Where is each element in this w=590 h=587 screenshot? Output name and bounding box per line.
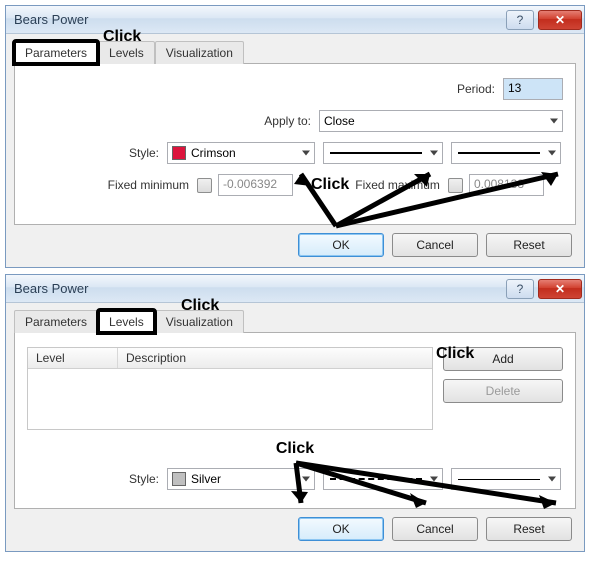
line-preview-icon bbox=[458, 479, 540, 480]
input-fixed-max[interactable]: 0.008133 bbox=[469, 174, 544, 196]
titlebar: Bears Power ? ✕ bbox=[6, 6, 584, 34]
apply-to-value: Close bbox=[324, 114, 355, 128]
window-title: Bears Power bbox=[14, 281, 504, 296]
tab-visualization[interactable]: Visualization bbox=[155, 310, 244, 333]
line-preview-icon bbox=[330, 152, 422, 154]
chevron-down-icon bbox=[302, 477, 310, 482]
close-icon: ✕ bbox=[555, 282, 565, 296]
select-apply-to[interactable]: Close bbox=[319, 110, 563, 132]
color-swatch bbox=[172, 146, 186, 160]
input-fixed-min[interactable]: -0.006392 bbox=[218, 174, 293, 196]
titlebar: Bears Power ? ✕ bbox=[6, 275, 584, 303]
style-color-value: Crimson bbox=[191, 146, 236, 160]
line-preview-icon bbox=[330, 478, 422, 480]
label-period: Period: bbox=[457, 82, 503, 96]
cancel-button[interactable]: Cancel bbox=[392, 233, 478, 257]
label-style: Style: bbox=[27, 146, 167, 160]
levels-table[interactable]: Level Description bbox=[27, 347, 433, 430]
chevron-down-icon bbox=[430, 151, 438, 156]
button-row: OK Cancel Reset bbox=[14, 225, 576, 259]
tab-parameters[interactable]: Parameters bbox=[14, 41, 98, 64]
add-button[interactable]: Add bbox=[443, 347, 563, 371]
chevron-down-icon bbox=[302, 151, 310, 156]
close-button[interactable]: ✕ bbox=[538, 279, 582, 299]
chevron-down-icon bbox=[550, 119, 558, 124]
tab-visualization[interactable]: Visualization bbox=[155, 41, 244, 64]
col-level: Level bbox=[28, 348, 118, 368]
delete-button[interactable]: Delete bbox=[443, 379, 563, 403]
line-preview-icon bbox=[458, 152, 540, 154]
select-style-color[interactable]: Silver bbox=[167, 468, 315, 490]
ok-button[interactable]: OK bbox=[298, 233, 384, 257]
checkbox-fixed-max[interactable] bbox=[448, 178, 463, 193]
label-fixed-min: Fixed minimum bbox=[27, 178, 197, 192]
side-buttons: Add Delete bbox=[443, 347, 563, 403]
tab-panel: Level Description Add Delete Click Style… bbox=[14, 333, 576, 509]
chevron-down-icon bbox=[548, 151, 556, 156]
label-fixed-max: Fixed maximum bbox=[355, 178, 448, 192]
reset-button[interactable]: Reset bbox=[486, 517, 572, 541]
label-style: Style: bbox=[27, 472, 167, 486]
col-description: Description bbox=[118, 348, 432, 368]
help-icon: ? bbox=[517, 13, 524, 27]
table-header: Level Description bbox=[28, 348, 432, 369]
button-row: OK Cancel Reset bbox=[14, 509, 576, 543]
annotation-click: Click bbox=[311, 176, 349, 194]
tab-levels[interactable]: Levels bbox=[98, 41, 155, 64]
select-line-width[interactable] bbox=[451, 468, 561, 490]
select-line-style[interactable] bbox=[323, 142, 443, 164]
tab-levels[interactable]: Levels bbox=[98, 310, 155, 333]
help-icon: ? bbox=[517, 282, 524, 296]
help-button[interactable]: ? bbox=[506, 10, 534, 30]
reset-button[interactable]: Reset bbox=[486, 233, 572, 257]
select-style-color[interactable]: Crimson bbox=[167, 142, 315, 164]
close-button[interactable]: ✕ bbox=[538, 10, 582, 30]
window-title: Bears Power bbox=[14, 12, 504, 27]
select-line-style[interactable] bbox=[323, 468, 443, 490]
tabs-row: Parameters Levels Visualization bbox=[14, 40, 576, 64]
dialog-body: Click Click Parameters Levels Visualizat… bbox=[6, 303, 584, 551]
select-line-width[interactable] bbox=[451, 142, 561, 164]
help-button[interactable]: ? bbox=[506, 279, 534, 299]
table-body bbox=[28, 369, 432, 429]
tab-parameters[interactable]: Parameters bbox=[14, 310, 98, 333]
dialog-levels: Bears Power ? ✕ Click Click Parameters L… bbox=[5, 274, 585, 552]
ok-button[interactable]: OK bbox=[298, 517, 384, 541]
label-apply-to: Apply to: bbox=[264, 114, 319, 128]
dialog-body: Click Parameters Levels Visualization Pe… bbox=[6, 34, 584, 267]
close-icon: ✕ bbox=[555, 13, 565, 27]
color-swatch bbox=[172, 472, 186, 486]
tabs-row: Parameters Levels Visualization bbox=[14, 309, 576, 333]
dialog-parameters: Bears Power ? ✕ Click Parameters Levels … bbox=[5, 5, 585, 268]
chevron-down-icon bbox=[430, 477, 438, 482]
style-color-value: Silver bbox=[191, 472, 221, 486]
annotation-click: Click bbox=[276, 440, 314, 458]
input-period[interactable]: 13 bbox=[503, 78, 563, 100]
tab-panel: Period: 13 Apply to: Close Style: Crimso… bbox=[14, 64, 576, 225]
cancel-button[interactable]: Cancel bbox=[392, 517, 478, 541]
chevron-down-icon bbox=[548, 477, 556, 482]
checkbox-fixed-min[interactable] bbox=[197, 178, 212, 193]
